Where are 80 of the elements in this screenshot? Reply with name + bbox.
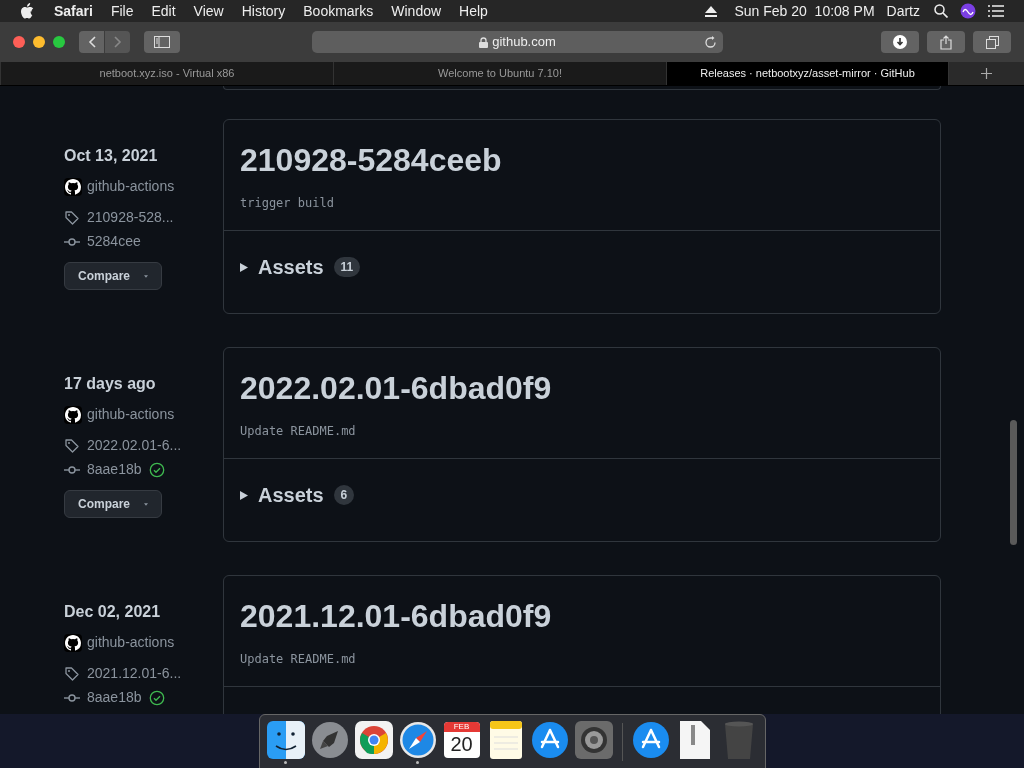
calendar-day: 20 [450, 731, 473, 756]
scrollbar-thumb[interactable] [1010, 420, 1017, 545]
tag-link[interactable]: 2022.02.01-6... [87, 435, 182, 456]
calendar-icon[interactable]: FEB 20 [443, 721, 480, 758]
release-title[interactable]: 2022.02.01-6dbad0f9 [240, 368, 924, 408]
release-message: Update README.md [240, 651, 357, 668]
app-store-icon[interactable] [530, 720, 569, 759]
author-link[interactable]: github-actions [87, 632, 175, 653]
apple-logo-icon[interactable] [20, 3, 34, 19]
commit-link[interactable]: 8aae18b [87, 459, 142, 480]
download-button[interactable] [881, 31, 919, 53]
tag-icon [64, 665, 80, 682]
commit-icon [64, 692, 80, 703]
release-date: Dec 02, 2021 [64, 602, 162, 622]
release-date: 17 days ago [64, 374, 157, 394]
document-icon[interactable] [679, 720, 710, 759]
plus-icon [981, 68, 992, 79]
notepad-icon[interactable] [487, 720, 524, 759]
minimize-window-button[interactable] [33, 36, 45, 48]
address-text: github.com [492, 33, 556, 52]
author-link[interactable]: github-actions [87, 176, 175, 197]
list-icon[interactable] [988, 5, 1004, 17]
sidebar-icon [154, 36, 170, 48]
release-message: trigger build [240, 195, 335, 212]
assets-count: 11 [333, 257, 361, 277]
share-button[interactable] [927, 31, 965, 53]
back-button[interactable] [79, 31, 104, 53]
assets-toggle[interactable]: Assets [258, 252, 324, 282]
commit-link[interactable]: 5284cee [87, 231, 141, 252]
tag-link[interactable]: 2021.12.01-6... [87, 663, 182, 684]
release-title[interactable]: 2021.12.01-6dbad0f9 [240, 596, 924, 636]
author-link[interactable]: github-actions [87, 404, 175, 425]
eject-icon[interactable] [705, 5, 718, 17]
lock-icon [479, 36, 489, 48]
reload-icon[interactable] [704, 35, 717, 49]
github-logo-icon [64, 633, 82, 652]
commit-icon [64, 464, 80, 475]
release-date: Oct 13, 2021 [64, 146, 159, 166]
menu-item[interactable]: Bookmarks [303, 0, 374, 22]
browser-tab[interactable]: Releases · netbootxyz/asset-mirror · GitHub [666, 62, 948, 85]
chevron-left-icon [87, 36, 96, 48]
tabs-overview-button[interactable] [973, 31, 1011, 53]
address-field[interactable]: github.com [312, 31, 723, 53]
menu-item[interactable]: Window [391, 0, 442, 22]
download-icon [893, 35, 907, 49]
release-message: Update README.md [240, 423, 357, 440]
menu-item[interactable]: File [110, 0, 134, 22]
assets-count: 6 [333, 485, 355, 505]
search-icon[interactable] [934, 4, 948, 18]
app-store-icon[interactable] [631, 720, 670, 759]
compare-button[interactable]: Compare [64, 262, 162, 290]
tag-icon [64, 437, 80, 454]
commit-icon [64, 236, 80, 247]
release-title[interactable]: 210928-5284ceeb [240, 140, 924, 180]
github-logo-icon [64, 405, 82, 424]
zoom-window-button[interactable] [53, 36, 65, 48]
assets-toggle[interactable]: Assets [258, 480, 324, 510]
tag-icon [64, 209, 80, 226]
compass-icon[interactable] [398, 720, 437, 759]
app-menu[interactable]: Safari [54, 0, 93, 22]
github-logo-icon [64, 177, 82, 196]
menu-item[interactable]: View [193, 0, 224, 22]
siri-icon[interactable] [960, 3, 976, 19]
disclosure-triangle-icon[interactable] [240, 262, 248, 272]
menu-item[interactable]: Help [459, 0, 488, 22]
compare-button[interactable]: Compare [64, 490, 162, 518]
chevron-right-icon [113, 36, 122, 48]
menu-clock[interactable]: Sun Feb 20 10:08 PM [734, 0, 875, 22]
disclosure-triangle-icon[interactable] [240, 490, 248, 500]
tag-link[interactable]: 210928-528... [87, 207, 174, 228]
face-icon[interactable] [266, 720, 305, 759]
calendar-month: FEB [443, 721, 480, 732]
menu-item[interactable]: History [241, 0, 286, 22]
tabs-icon [985, 35, 999, 49]
close-window-button[interactable] [13, 36, 25, 48]
sidebar-button[interactable] [144, 31, 180, 53]
user-menu[interactable]: Dartz [886, 0, 920, 22]
share-icon [940, 34, 952, 50]
menu-item[interactable]: Edit [151, 0, 176, 22]
commit-link[interactable]: 8aae18b [87, 687, 142, 708]
